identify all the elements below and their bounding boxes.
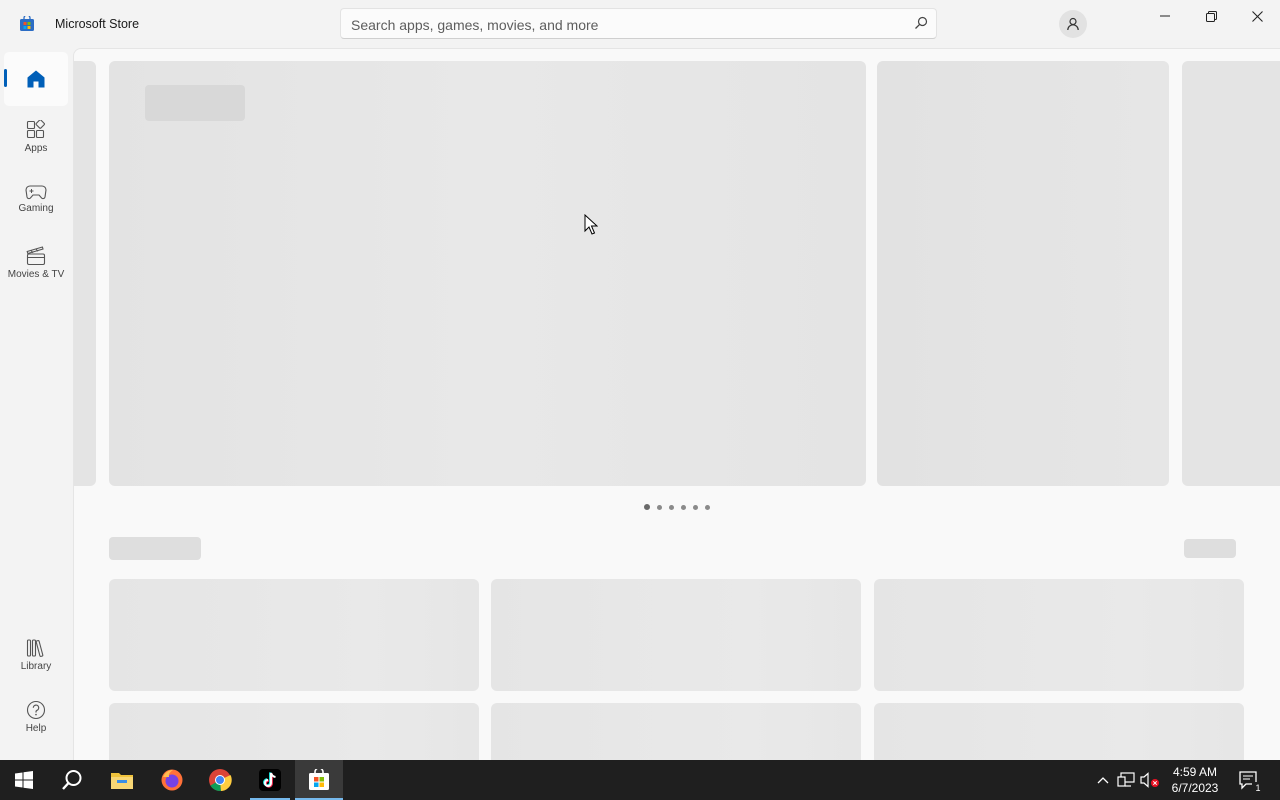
volume-muted-icon xyxy=(1140,772,1159,788)
restore-button[interactable] xyxy=(1188,0,1234,32)
taskbar-firefox[interactable] xyxy=(148,760,196,800)
carousel-pager[interactable] xyxy=(644,504,710,510)
app-title: Microsoft Store xyxy=(55,17,140,31)
selection-indicator xyxy=(4,69,7,87)
carousel-dot[interactable] xyxy=(705,504,710,510)
app-card-placeholder[interactable] xyxy=(491,703,861,760)
sidebar-item-label: Movies & TV xyxy=(7,269,65,280)
carousel-dot[interactable] xyxy=(681,504,686,510)
network-status[interactable] xyxy=(1116,770,1136,790)
windows-start-icon xyxy=(15,771,33,789)
carousel-dot[interactable] xyxy=(693,504,698,510)
account-button[interactable] xyxy=(1059,10,1087,38)
search-icon xyxy=(62,770,82,790)
carousel-hero-slide[interactable] xyxy=(109,61,866,486)
tiktok-icon xyxy=(259,769,281,791)
search-box[interactable]: Search apps, games, movies, and more xyxy=(340,8,937,39)
carousel-next-slide[interactable] xyxy=(1182,61,1280,486)
taskbar: 4:59 AM 6/7/2023 1 xyxy=(0,760,1280,800)
home-icon xyxy=(27,70,45,88)
clapperboard-icon xyxy=(26,246,46,266)
taskbar-tiktok[interactable] xyxy=(246,760,294,800)
app-card-placeholder[interactable] xyxy=(491,579,861,691)
app-card-placeholder[interactable] xyxy=(874,703,1244,760)
sidebar-item-library[interactable]: Library xyxy=(4,638,68,672)
notification-count-badge: 1 xyxy=(1252,782,1264,794)
carousel-dot[interactable] xyxy=(657,504,662,510)
system-clock[interactable]: 4:59 AM 6/7/2023 xyxy=(1165,764,1225,796)
sidebar-item-movies-tv[interactable]: Movies & TV xyxy=(4,246,68,280)
firefox-icon xyxy=(161,769,183,791)
file-explorer-icon xyxy=(111,773,133,789)
close-icon xyxy=(1251,10,1263,22)
minimize-icon xyxy=(1160,15,1170,17)
person-icon xyxy=(1067,17,1079,31)
controller-icon xyxy=(25,185,47,200)
search-input[interactable]: Search apps, games, movies, and more xyxy=(351,17,598,33)
network-icon xyxy=(1117,772,1135,787)
carousel-previous-slide[interactable] xyxy=(74,61,96,486)
sidebar-item-label: Gaming xyxy=(18,203,54,214)
mouse-cursor-icon xyxy=(584,214,598,235)
sidebar-item-home[interactable] xyxy=(4,52,68,106)
sidebar-item-gaming[interactable]: Gaming xyxy=(4,184,68,214)
help-icon xyxy=(26,700,46,720)
app-card-placeholder[interactable] xyxy=(109,579,479,691)
title-bar: Microsoft Store Search apps, games, movi… xyxy=(0,0,1280,48)
taskbar-search-button[interactable] xyxy=(48,760,96,800)
sidebar-item-label: Library xyxy=(20,661,52,672)
carousel-side-slide[interactable] xyxy=(877,61,1169,486)
app-card-placeholder[interactable] xyxy=(874,579,1244,691)
sidebar-item-label: Apps xyxy=(24,143,48,154)
chrome-icon xyxy=(209,769,232,792)
apps-icon xyxy=(26,120,45,139)
hero-title-placeholder xyxy=(145,85,245,121)
microsoft-store-logo-icon xyxy=(20,16,34,31)
library-icon xyxy=(26,639,44,657)
taskbar-microsoft-store[interactable] xyxy=(295,760,343,800)
taskbar-chrome[interactable] xyxy=(196,760,244,800)
taskbar-file-explorer[interactable] xyxy=(98,760,146,800)
chevron-up-icon xyxy=(1097,777,1109,784)
microsoft-store-icon xyxy=(309,769,329,790)
carousel-dot[interactable] xyxy=(644,504,650,510)
search-icon[interactable] xyxy=(914,16,928,30)
start-button[interactable] xyxy=(0,760,48,800)
clock-date: 6/7/2023 xyxy=(1171,781,1219,795)
volume-status[interactable] xyxy=(1140,770,1160,790)
sidebar-item-help[interactable]: Help xyxy=(4,700,68,734)
minimize-button[interactable] xyxy=(1142,0,1188,32)
section-title-placeholder xyxy=(109,537,201,560)
sidebar-item-label: Help xyxy=(25,723,47,734)
clock-time: 4:59 AM xyxy=(1172,765,1218,779)
main-content xyxy=(73,48,1280,760)
sidebar: Apps Gaming Movies & TV Library Help xyxy=(0,48,72,760)
see-all-placeholder[interactable] xyxy=(1184,539,1236,558)
show-hidden-icons-button[interactable] xyxy=(1093,770,1113,790)
restore-icon xyxy=(1205,10,1217,22)
app-card-placeholder[interactable] xyxy=(109,703,479,760)
sidebar-item-apps[interactable]: Apps xyxy=(4,120,68,154)
close-button[interactable] xyxy=(1234,0,1280,32)
carousel-dot[interactable] xyxy=(669,504,674,510)
